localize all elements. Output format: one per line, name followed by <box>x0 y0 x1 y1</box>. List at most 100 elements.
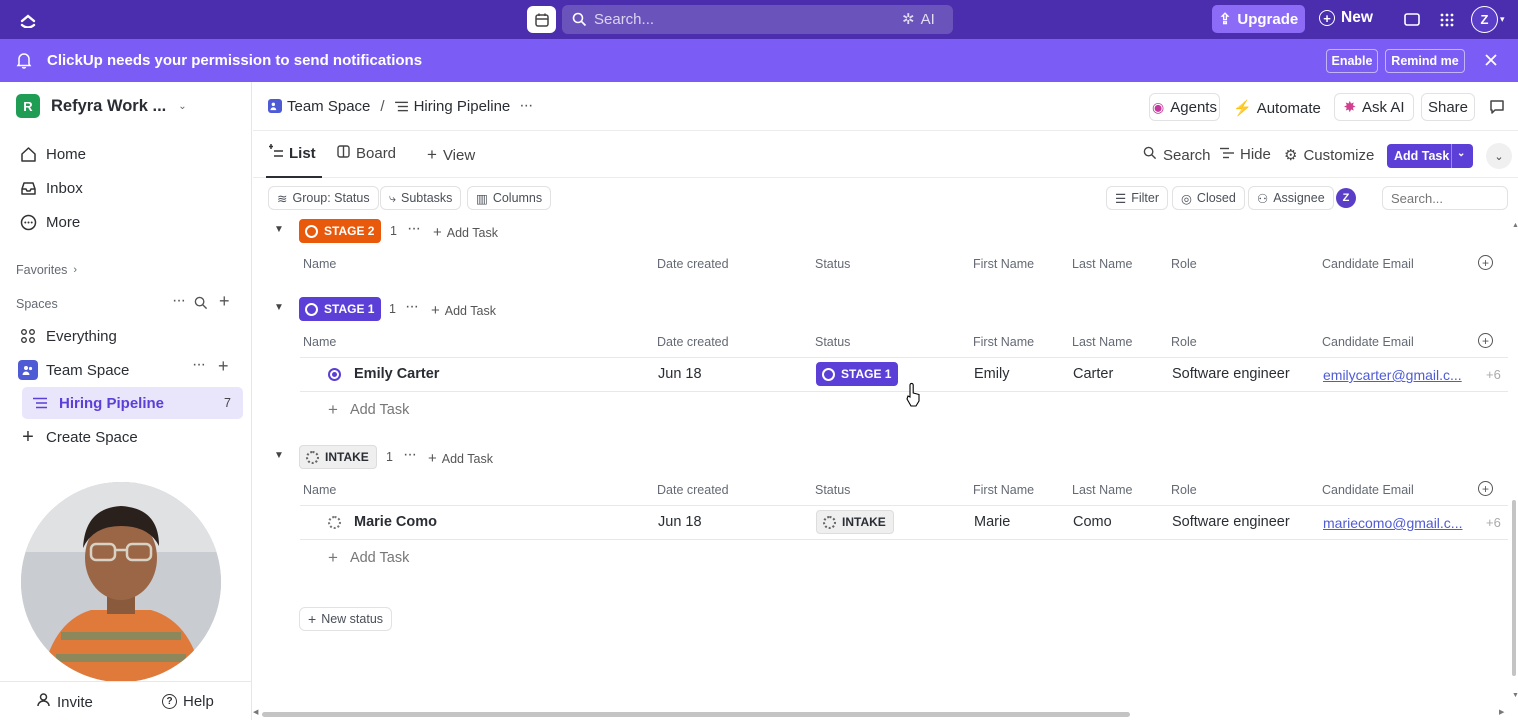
collapse-group-icon[interactable]: ▼ <box>274 450 284 461</box>
new-status-button[interactable]: + New status <box>299 607 393 631</box>
group-more-icon[interactable]: ··· <box>407 220 421 238</box>
table-row[interactable]: Emily Carter Jun 18 STAGE 1 Emily Carter… <box>300 358 1508 391</box>
add-column-icon[interactable]: + <box>1478 255 1493 270</box>
column-header-first-name[interactable]: First Name <box>973 483 1034 497</box>
new-button[interactable]: + New <box>1319 9 1373 27</box>
last-name-cell[interactable]: Como <box>1073 514 1112 530</box>
enable-button[interactable]: Enable <box>1326 49 1378 73</box>
group-more-icon[interactable]: ··· <box>405 298 419 316</box>
sidebar-item-more[interactable]: More <box>0 212 80 232</box>
horizontal-scrollbar-thumb[interactable] <box>262 712 1130 717</box>
column-header-name[interactable]: Name <box>303 335 336 349</box>
sidebar-item-team-space[interactable]: Team Space ··· + <box>0 356 252 380</box>
scroll-up-arrow-icon[interactable]: ▲ <box>1512 222 1518 229</box>
scroll-down-arrow-icon[interactable]: ▼ <box>1512 692 1518 699</box>
team-space-more-icon[interactable]: ··· <box>192 356 206 374</box>
close-icon[interactable] <box>1482 51 1500 69</box>
scroll-left-arrow-icon[interactable]: ◀ <box>253 708 258 716</box>
column-header-role[interactable]: Role <box>1171 257 1197 271</box>
ask-ai-button[interactable]: ✸ Ask AI <box>1334 93 1414 121</box>
webcam-overlay[interactable] <box>21 482 221 682</box>
column-header-candidate-email[interactable]: Candidate Email <box>1322 257 1414 271</box>
favorites-section[interactable]: Favorites › <box>16 263 77 277</box>
remind-me-button[interactable]: Remind me <box>1385 49 1465 73</box>
add-space-icon[interactable]: + <box>219 291 230 312</box>
group-add-task-button[interactable]: + Add Task <box>433 224 498 241</box>
customize-button[interactable]: ⚙ Customize <box>1284 146 1374 165</box>
chevron-down-icon[interactable]: ⌄ <box>1457 148 1465 159</box>
column-header-name[interactable]: Name <box>303 257 336 271</box>
agents-button[interactable]: ◉ Agents <box>1149 93 1220 121</box>
add-column-icon[interactable]: + <box>1478 481 1493 496</box>
assignee-avatar[interactable]: Z <box>1336 188 1356 208</box>
task-name[interactable]: Emily Carter <box>354 366 439 382</box>
collapse-group-icon[interactable]: ▼ <box>274 302 284 313</box>
column-header-status[interactable]: Status <box>815 483 850 497</box>
status-dot-icon[interactable] <box>328 516 341 529</box>
sidebar-item-home[interactable]: Home <box>0 144 86 164</box>
hide-button[interactable]: Hide <box>1220 146 1271 163</box>
tab-list[interactable]: List <box>269 144 316 162</box>
more-fields-count[interactable]: +6 <box>1486 515 1501 530</box>
more-fields-count[interactable]: +6 <box>1486 367 1501 382</box>
help-button[interactable]: ? Help <box>162 693 214 710</box>
table-row[interactable]: Marie Como Jun 18 INTAKE Marie Como Soft… <box>300 506 1508 539</box>
role-cell[interactable]: Software engineer <box>1172 514 1290 530</box>
column-header-status[interactable]: Status <box>815 257 850 271</box>
team-space-add-icon[interactable]: + <box>218 356 229 377</box>
apps-grid-icon[interactable] <box>1437 10 1457 30</box>
share-button[interactable]: Share <box>1421 93 1475 121</box>
search-tasks-button[interactable]: Search <box>1143 146 1211 164</box>
chat-icon[interactable] <box>1488 97 1506 115</box>
column-header-date-created[interactable]: Date created <box>657 483 729 497</box>
column-header-candidate-email[interactable]: Candidate Email <box>1322 483 1414 497</box>
column-header-last-name[interactable]: Last Name <box>1072 483 1132 497</box>
sidebar-item-inbox[interactable]: Inbox <box>0 178 83 198</box>
horizontal-scrollbar[interactable]: ◀ ▶ <box>253 708 1511 717</box>
global-search-bar[interactable]: Search... ✲ AI <box>562 5 953 34</box>
vertical-scrollbar-thumb[interactable] <box>1512 500 1516 676</box>
first-name-cell[interactable]: Marie <box>974 514 1010 530</box>
breadcrumb-list[interactable]: Hiring Pipeline <box>414 98 511 115</box>
task-search-input[interactable] <box>1382 186 1508 210</box>
add-view-button[interactable]: + View <box>427 145 475 165</box>
group-add-task-button[interactable]: + Add Task <box>431 302 496 319</box>
add-task-row[interactable]: + Add Task <box>328 548 409 568</box>
column-header-last-name[interactable]: Last Name <box>1072 335 1132 349</box>
add-task-button[interactable]: Add Task ⌄ <box>1387 144 1473 168</box>
spaces-more-icon[interactable]: ··· <box>172 292 186 310</box>
group-status-badge[interactable]: INTAKE <box>299 445 377 469</box>
invite-button[interactable]: Invite <box>37 693 93 711</box>
columns-button[interactable]: ▥ Columns <box>467 186 552 210</box>
group-by-status-button[interactable]: ≋ Group: Status <box>268 186 379 210</box>
clickup-logo-icon[interactable] <box>18 9 38 29</box>
column-header-candidate-email[interactable]: Candidate Email <box>1322 335 1414 349</box>
upgrade-button[interactable]: ⇪ Upgrade <box>1212 5 1305 33</box>
status-dot-icon[interactable] <box>328 368 341 381</box>
add-column-icon[interactable]: + <box>1478 333 1493 348</box>
role-cell[interactable]: Software engineer <box>1172 366 1290 382</box>
vertical-scrollbar[interactable]: ▲ ▼ <box>1512 222 1518 702</box>
assignee-button[interactable]: ⚇ Assignee <box>1248 186 1334 210</box>
column-header-name[interactable]: Name <box>303 483 336 497</box>
group-more-icon[interactable]: ··· <box>403 446 417 464</box>
sidebar-item-everything[interactable]: Everything <box>0 326 117 346</box>
column-header-first-name[interactable]: First Name <box>973 257 1034 271</box>
last-name-cell[interactable]: Carter <box>1073 366 1113 382</box>
scroll-right-arrow-icon[interactable]: ▶ <box>1499 708 1504 716</box>
collapse-chevron-icon[interactable]: ⌄ <box>1486 143 1512 169</box>
sidebar-item-create-space[interactable]: + Create Space <box>0 426 138 448</box>
ai-button[interactable]: ✲ AI <box>902 10 935 29</box>
search-icon[interactable] <box>193 295 209 311</box>
column-header-last-name[interactable]: Last Name <box>1072 257 1132 271</box>
automate-button[interactable]: ⚡ Automate <box>1233 99 1321 118</box>
list-more-icon[interactable]: ··· <box>519 97 533 115</box>
column-header-role[interactable]: Role <box>1171 483 1197 497</box>
column-header-role[interactable]: Role <box>1171 335 1197 349</box>
closed-button[interactable]: ◎ Closed <box>1172 186 1245 210</box>
subtasks-button[interactable]: ⤷ Subtasks <box>380 186 462 210</box>
task-name[interactable]: Marie Como <box>354 514 437 530</box>
filter-button[interactable]: ☰ Filter <box>1106 186 1168 210</box>
status-badge[interactable]: STAGE 1 <box>816 362 899 386</box>
screen-record-icon[interactable] <box>1402 10 1422 30</box>
